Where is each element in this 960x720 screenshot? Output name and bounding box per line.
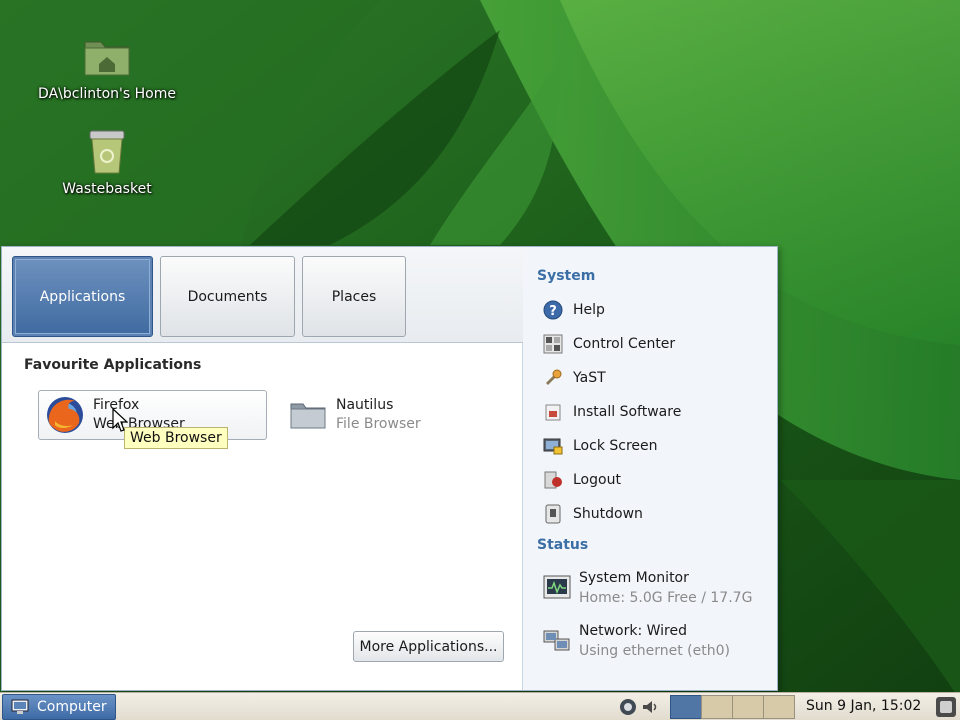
desktop-home-folder[interactable]: DA\bclinton's Home [22,28,192,102]
computer-menu-label: Computer [37,699,107,715]
system-monitor-title: System Monitor [579,570,689,586]
desktop-home-label: DA\bclinton's Home [38,86,176,102]
favourite-applications-title: Favourite Applications [24,357,202,373]
system-item-logout[interactable]: Logout [543,467,621,493]
more-applications-label: More Applications... [359,638,498,655]
system-item-lock-screen[interactable]: Lock Screen [543,433,658,459]
tab-places[interactable]: Places [302,256,406,337]
system-item-yast[interactable]: YaST [543,365,606,391]
computer-icon [11,699,29,714]
system-item-help[interactable]: ? Help [543,297,605,323]
workspace-3[interactable] [732,695,764,719]
tab-applications[interactable]: Applications [12,256,153,337]
folder-home-icon [84,41,130,76]
app-firefox-name: Firefox [93,397,140,413]
app-nautilus[interactable]: Nautilus File Browser [282,390,502,440]
system-item-install-software[interactable]: Install Software [543,399,681,425]
tab-documents-label: Documents [187,288,268,305]
network-status-icon[interactable] [618,697,638,717]
network-detail: Using ethernet (eth0) [579,643,730,659]
workspace-4[interactable] [763,695,795,719]
system-item-control-center[interactable]: Control Center [543,331,675,357]
logout-icon [544,471,562,489]
system-item-install-software-label: Install Software [573,404,682,420]
workspace-2[interactable] [701,695,733,719]
help-icon: ? [543,300,563,320]
control-center-icon [543,334,563,354]
app-nautilus-name: Nautilus [336,397,394,413]
install-software-icon [545,404,561,421]
system-item-control-center-label: Control Center [573,336,676,352]
computer-menu-button[interactable]: Computer [2,694,116,720]
desktop-wastebasket[interactable]: Wastebasket [22,123,192,197]
system-heading: System [537,268,596,284]
show-desktop-icon[interactable] [935,696,957,718]
menu-left-panel: Applications Documents Places Favourite … [2,247,523,690]
menu-tabbar: Applications Documents Places [2,247,523,343]
volume-icon[interactable] [640,697,660,717]
system-item-lock-screen-label: Lock Screen [573,438,658,454]
tab-documents[interactable]: Documents [160,256,295,337]
tooltip: Web Browser [124,427,228,449]
svg-text:?: ? [549,304,557,319]
system-item-yast-label: YaST [573,370,606,386]
network-icon [543,630,570,651]
workspace-1[interactable] [670,695,702,719]
desktop-wastebasket-label: Wastebasket [62,181,152,197]
mouse-cursor-icon [112,408,128,432]
lock-screen-icon [543,438,563,455]
system-monitor-detail: Home: 5.0G Free / 17.7G [579,590,753,606]
system-item-help-label: Help [573,302,605,318]
firefox-icon [47,397,83,433]
workspace-pager [670,695,795,719]
trash-icon [89,130,125,174]
app-nautilus-description: File Browser [336,416,421,432]
clock[interactable]: Sun 9 Jan, 15:02 [806,698,921,714]
status-item-system-monitor[interactable]: System Monitor Home: 5.0G Free / 17.7G [543,568,752,608]
folder-icon [290,403,326,429]
more-applications-button[interactable]: More Applications... [353,631,504,662]
taskbar: Computer Sun 9 Jan, 15:02 [0,692,960,720]
network-title: Network: Wired [579,623,687,639]
system-item-logout-label: Logout [573,472,621,488]
status-heading: Status [537,537,589,553]
system-monitor-icon [543,575,571,599]
menu-right-panel: System ? Help Control Center YaST Instal… [523,247,777,690]
status-item-network[interactable]: Network: Wired Using ethernet (eth0) [543,621,730,661]
yast-icon [546,369,562,385]
tab-applications-label: Applications [39,288,126,305]
system-item-shutdown[interactable]: Shutdown [543,501,643,527]
shutdown-icon [545,504,561,524]
system-item-shutdown-label: Shutdown [573,506,643,522]
main-menu: Applications Documents Places Favourite … [1,246,778,691]
tab-places-label: Places [331,288,377,305]
